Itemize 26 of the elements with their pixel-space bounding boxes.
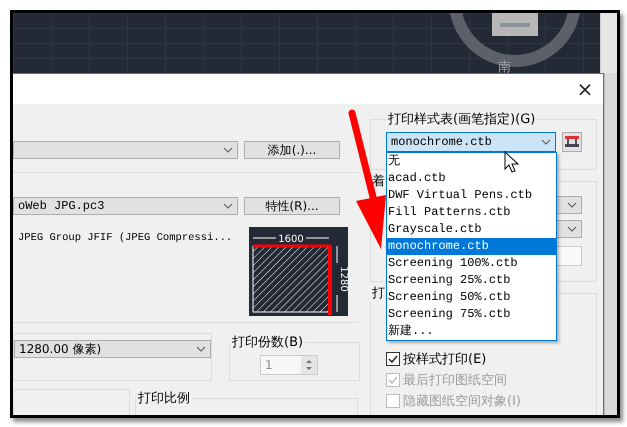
style-option[interactable]: 新建... [387, 323, 556, 340]
compass-label: 南 [498, 59, 511, 76]
printer-dropdown[interactable]: oWeb JPG.pc3 [13, 197, 238, 215]
plot-scale-label: 打印比例 [137, 390, 191, 407]
style-option[interactable]: monochrome.ctb [387, 238, 556, 255]
copies-label: 打印份数(B) [231, 334, 304, 351]
close-button[interactable]: × [567, 75, 603, 103]
style-option[interactable]: 无 [387, 153, 556, 170]
style-option[interactable]: Fill Patterns.ctb [387, 204, 556, 221]
plot-option-checkbox[interactable]: 按样式打印(E) [386, 348, 596, 369]
plot-options-label: 打 [371, 285, 386, 302]
plot-style-dropdown[interactable]: monochrome.ctb [386, 132, 556, 152]
style-option[interactable]: DWF Virtual Pens.ctb [387, 187, 556, 204]
style-option[interactable]: acad.ctb [387, 170, 556, 187]
style-option[interactable]: Screening 100%.ctb [387, 255, 556, 272]
width-dimension: 1600 [278, 234, 304, 245]
properties-button[interactable]: 特性(R)... [244, 197, 340, 215]
shaded-viewport-label: 着 [371, 173, 386, 190]
style-option[interactable]: Screening 75%.ctb [387, 306, 556, 323]
style-option[interactable]: Grayscale.ctb [387, 221, 556, 238]
printer-description: JPEG Group JFIF (JPEG Compressi... [17, 231, 234, 246]
style-option[interactable]: Screening 25%.ctb [387, 272, 556, 289]
paper-size-dropdown[interactable]: 1280.00 像素) [14, 340, 211, 358]
style-option[interactable]: Screening 50%.ctb [387, 289, 556, 306]
plot-style-table-label: 打印样式表(画笔指定)(G) [387, 111, 536, 128]
add-button[interactable]: 添加(.)... [244, 141, 340, 159]
